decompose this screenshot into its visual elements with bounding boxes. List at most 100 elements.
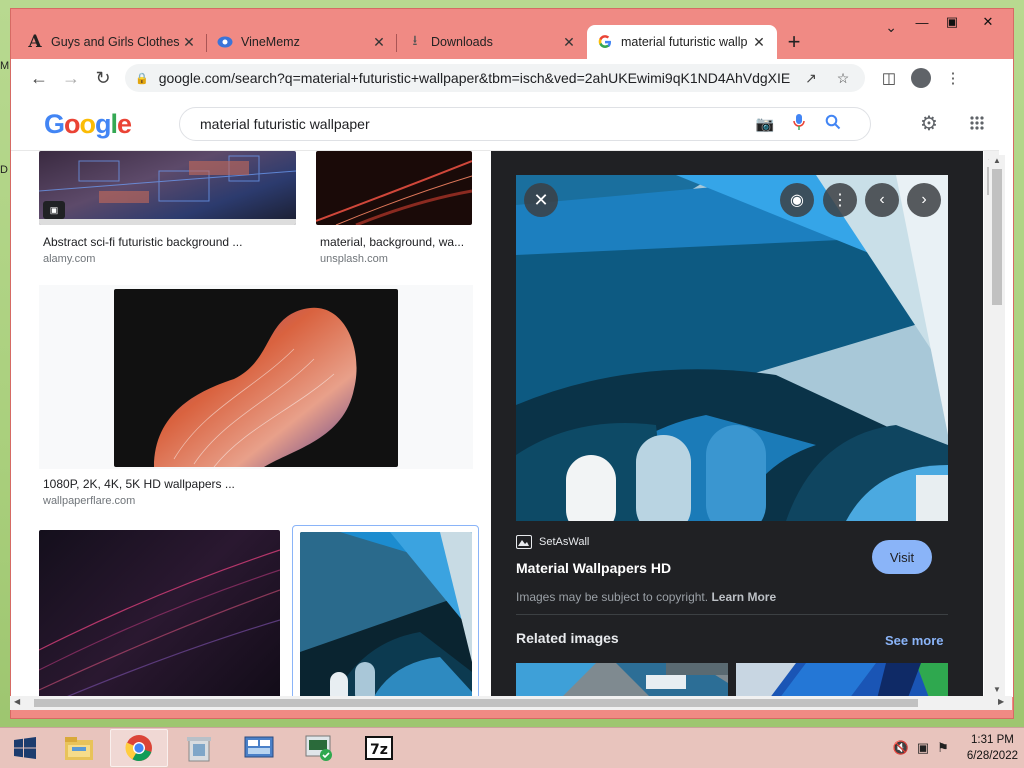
network-icon[interactable]: ▣: [917, 740, 929, 756]
result-site[interactable]: wallpaperflare.com: [43, 495, 135, 507]
more-options-icon[interactable]: ⋮: [823, 183, 857, 217]
search-box[interactable]: material futuristic wallpaper 📷: [179, 107, 871, 141]
tab-search-chevron-icon[interactable]: ⌄: [885, 19, 897, 36]
result-thumbnail-blue-material: [300, 532, 472, 697]
result-site[interactable]: alamy.com: [43, 253, 95, 265]
lens-search-icon[interactable]: ◉: [780, 183, 814, 217]
image-results-grid: ▣ Abstract sci-fi futuristic background …: [11, 151, 491, 697]
see-more-link[interactable]: See more: [885, 633, 944, 648]
back-button[interactable]: ←: [23, 62, 55, 94]
close-tab-icon[interactable]: ✕: [561, 34, 577, 50]
preview-image[interactable]: ✕ ◉ ⋮ ‹ ›: [516, 175, 948, 521]
recycle-tool-icon[interactable]: [170, 729, 228, 767]
tab-material-futuristic-wallpaper[interactable]: material futuristic wallp ✕: [587, 25, 777, 59]
result-thumbnail-dark-lines[interactable]: [39, 530, 280, 697]
source-name[interactable]: SetAsWall: [539, 536, 589, 548]
result-title[interactable]: 1080P, 2K, 4K, 5K HD wallpapers ...: [43, 477, 235, 491]
system-clock[interactable]: 1:31 PM 6/28/2022: [967, 732, 1018, 764]
chrome-icon[interactable]: [110, 729, 168, 767]
system-tray: 🔇 ▣ ⚑ 1:31 PM 6/28/2022: [893, 728, 1018, 768]
browser-toolbar: ← → ↻ 🔒 google.com/search?q=material+fut…: [11, 59, 1013, 97]
desktop-icon-fragment: D: [0, 164, 8, 176]
result-site[interactable]: unsplash.com: [320, 253, 388, 265]
close-tab-icon[interactable]: ✕: [371, 34, 387, 50]
apps-grid-icon[interactable]: [965, 111, 989, 135]
copyright-notice: Images may be subject to copyright. Lear…: [516, 590, 776, 604]
avatar: [911, 68, 931, 88]
forward-button[interactable]: →: [55, 62, 87, 94]
windows-logo-icon: [14, 737, 36, 759]
related-image-thumbnail[interactable]: [736, 663, 948, 697]
close-tab-icon[interactable]: ✕: [751, 34, 767, 50]
source-site[interactable]: SetAsWall: [516, 535, 589, 549]
tab-strip: A Guys and Girls Clothes ✕ VineMemz ✕ ⭳ …: [17, 21, 1013, 59]
google-logo[interactable]: Google: [44, 109, 132, 140]
browser-window: — ▣ ✕ A Guys and Girls Clothes ✕ VineMem…: [10, 8, 1014, 719]
tab-downloads[interactable]: ⭳ Downloads ✕: [397, 25, 587, 59]
close-preview-button[interactable]: ✕: [524, 183, 558, 217]
previous-image-button[interactable]: ‹: [865, 183, 899, 217]
google-images-page: Google material futuristic wallpaper 📷 ⚙: [11, 97, 1013, 697]
result-thumbnail-material-background[interactable]: [316, 151, 472, 225]
desktop-icon-fragment: M: [0, 60, 10, 72]
scroll-left-arrow[interactable]: ◀: [14, 697, 20, 706]
start-button[interactable]: [0, 728, 50, 768]
camera-icon[interactable]: 📷: [748, 115, 782, 133]
related-image-thumbnail[interactable]: [516, 663, 728, 697]
learn-more-link[interactable]: Learn More: [711, 590, 776, 604]
search-input[interactable]: material futuristic wallpaper: [200, 116, 748, 132]
flag-alert-icon[interactable]: ⚑: [937, 740, 949, 756]
window-vertical-scrollbar[interactable]: ▲ ▼: [989, 155, 1005, 697]
next-image-button[interactable]: ›: [907, 183, 941, 217]
download-icon: ⭳: [412, 32, 418, 48]
tab-guys-and-girls-clothes[interactable]: A Guys and Girls Clothes ✕: [17, 25, 207, 59]
control-panel-icon[interactable]: [230, 729, 288, 767]
address-bar[interactable]: 🔒 google.com/search?q=material+futuristi…: [125, 64, 865, 92]
url-text[interactable]: google.com/search?q=material+futuristic+…: [159, 70, 791, 86]
scroll-down-arrow[interactable]: ▼: [993, 685, 1001, 694]
scroll-up-arrow[interactable]: ▲: [993, 156, 1001, 165]
windows-taskbar: 7z 🔇 ▣ ⚑ 1:31 PM 6/28/2022: [0, 727, 1024, 768]
result-card-selected[interactable]: [292, 525, 479, 697]
lock-icon[interactable]: 🔒: [135, 72, 149, 85]
image-preview-panel: ✕ ◉ ⋮ ‹ › SetAsWall Material Wallpapers …: [491, 151, 983, 697]
horizontal-scrollbar[interactable]: ◀ ▶: [10, 696, 1012, 710]
result-thumbnail-abstract-scifi[interactable]: ▣: [39, 151, 296, 225]
share-icon[interactable]: ↗: [799, 70, 823, 87]
window-vertical-scroll-thumb[interactable]: [992, 169, 1002, 305]
7zip-icon[interactable]: 7z: [350, 729, 408, 767]
preview-image-title[interactable]: Material Wallpapers HD: [516, 560, 671, 576]
close-tab-icon[interactable]: ✕: [181, 34, 197, 50]
browser-menu-icon[interactable]: ⋮: [937, 62, 969, 94]
toolbar-right-group: ◫ ⋮: [873, 62, 969, 94]
speaker-muted-icon[interactable]: 🔇: [893, 740, 909, 756]
tab-vinememz[interactable]: VineMemz ✕: [207, 25, 397, 59]
scroll-right-arrow[interactable]: ▶: [998, 697, 1004, 706]
task-manager-icon[interactable]: [290, 729, 348, 767]
side-panel-icon[interactable]: ◫: [873, 62, 905, 94]
microphone-icon[interactable]: [782, 114, 816, 134]
settings-gear-icon[interactable]: ⚙: [917, 111, 941, 135]
result-thumbnail-swirl: [114, 289, 398, 467]
result-title[interactable]: material, background, wa...: [320, 235, 464, 249]
copyright-text: Images may be subject to copyright.: [516, 590, 709, 604]
google-header: Google material futuristic wallpaper 📷 ⚙: [11, 97, 999, 151]
svg-text:7z: 7z: [370, 742, 388, 758]
reload-button[interactable]: ↻: [87, 62, 119, 94]
tab-title: VineMemz: [241, 35, 300, 49]
new-tab-button[interactable]: +: [777, 25, 811, 59]
google-g-icon: [597, 34, 613, 50]
clock-date: 6/28/2022: [966, 750, 1018, 762]
visit-button[interactable]: Visit: [872, 540, 932, 574]
panel-divider: [516, 614, 948, 615]
related-images-heading: Related images: [516, 630, 619, 646]
profile-avatar[interactable]: [905, 62, 937, 94]
search-icon[interactable]: [816, 114, 850, 134]
file-explorer-icon[interactable]: [50, 729, 108, 767]
bookmark-star-icon[interactable]: ☆: [831, 70, 855, 87]
horizontal-scroll-thumb[interactable]: [34, 699, 918, 707]
tab-title: Downloads: [431, 35, 493, 49]
clock-time: 1:31 PM: [971, 734, 1014, 746]
result-card-hd-wallpapers[interactable]: [39, 285, 473, 469]
result-title[interactable]: Abstract sci-fi futuristic background ..…: [43, 235, 242, 249]
